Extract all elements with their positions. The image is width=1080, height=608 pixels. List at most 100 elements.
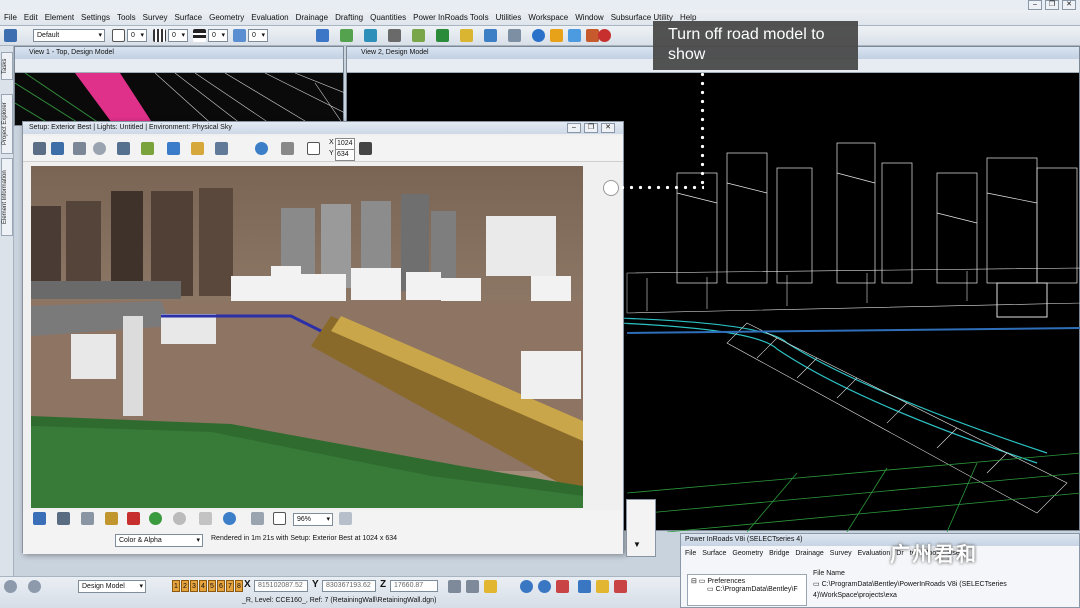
record-icon[interactable] [93, 142, 106, 155]
tree-child[interactable]: ▭ C:\ProgramData\Bentley\F [691, 585, 803, 593]
environment-icon[interactable] [167, 142, 180, 155]
world-icon[interactable] [223, 512, 236, 525]
globe-icon[interactable] [255, 142, 268, 155]
y-coord-field[interactable]: 830367193.62 [322, 580, 376, 592]
view-1-window[interactable]: View 1 - Top, Design Model [14, 46, 345, 127]
menu-item[interactable]: Drainage [296, 13, 328, 22]
intersect-icon[interactable] [556, 580, 569, 593]
menu-item[interactable]: Settings [81, 13, 110, 22]
zoom-fit-icon[interactable] [273, 512, 286, 525]
zoom-combo[interactable]: 96% [293, 513, 333, 526]
folder-icon[interactable] [105, 512, 118, 525]
lock-icon[interactable] [359, 142, 372, 155]
link-icon[interactable] [339, 512, 352, 525]
color-swatch-icon[interactable] [112, 29, 125, 42]
display-icon[interactable] [117, 142, 130, 155]
view-button-6[interactable]: 6 [217, 580, 225, 592]
start-render-icon[interactable] [149, 512, 162, 525]
save-image-icon[interactable] [33, 512, 46, 525]
tab-project-explorer[interactable]: Project Explorer [1, 94, 13, 154]
tab-tasks[interactable]: Tasks [1, 52, 13, 80]
render-minimize-button[interactable]: – [567, 123, 581, 133]
sky-icon[interactable] [191, 142, 204, 155]
back-icon[interactable] [4, 580, 17, 593]
options-icon[interactable] [199, 512, 212, 525]
transparency-value[interactable]: 0 [248, 29, 268, 42]
tab-element-information[interactable]: Element Information [1, 158, 13, 236]
restore-button[interactable]: ❐ [1045, 0, 1059, 10]
walk-icon[interactable] [364, 29, 377, 42]
level-combo[interactable]: Default [33, 29, 105, 42]
light-icon[interactable] [51, 142, 64, 155]
view-button-7[interactable]: 7 [226, 580, 234, 592]
close-button[interactable]: ✕ [1062, 0, 1076, 10]
menu-item[interactable]: Quantities [370, 13, 406, 22]
snap-settings-icon[interactable] [448, 580, 461, 593]
y-size-field[interactable]: 634 [335, 149, 355, 161]
view-button-4[interactable]: 4 [199, 580, 207, 592]
eye-icon[interactable] [281, 142, 294, 155]
menu-item[interactable]: Tools [117, 13, 136, 22]
element-selection-icon[interactable] [4, 29, 17, 42]
nearest-icon[interactable] [538, 580, 551, 593]
view-button-1[interactable]: 1 [172, 580, 180, 592]
frame-icon[interactable] [307, 142, 320, 155]
menu-item[interactable]: Surface [175, 13, 203, 22]
pir-menu-item[interactable]: File [685, 550, 696, 557]
line-weight-icon[interactable] [193, 29, 206, 42]
material-icon[interactable] [141, 142, 154, 155]
measure-icon[interactable] [388, 29, 401, 42]
menu-item[interactable]: Workspace [528, 13, 568, 22]
color-value[interactable]: 0 [127, 29, 147, 42]
view-1-canvas[interactable] [15, 73, 345, 127]
pir-menu-item[interactable]: Survey [830, 550, 852, 557]
hand-icon[interactable] [251, 512, 264, 525]
view-button-2[interactable]: 2 [181, 580, 189, 592]
camera-icon[interactable] [73, 142, 86, 155]
render-setup-icon[interactable] [33, 142, 46, 155]
perpendicular-icon[interactable] [614, 580, 627, 593]
menu-item[interactable]: Survey [143, 13, 168, 22]
view-button-5[interactable]: 5 [208, 580, 216, 592]
forward-nav-icon[interactable] [28, 580, 41, 593]
line-weight-value[interactable]: 0 [208, 29, 228, 42]
menu-item[interactable]: Power InRoads Tools [413, 13, 488, 22]
tangent-icon[interactable] [596, 580, 609, 593]
transparency-icon[interactable] [233, 29, 246, 42]
dialog-dropdown-icon[interactable]: ▼ [633, 540, 641, 549]
active-snap-icon[interactable] [484, 580, 497, 593]
tools-icon[interactable] [508, 29, 521, 42]
line-style-icon[interactable] [153, 29, 166, 42]
layers-icon[interactable] [460, 29, 473, 42]
pir-menu-item[interactable]: Surface [702, 550, 726, 557]
pir-menu-item[interactable]: Drainage [795, 550, 823, 557]
menu-item[interactable]: Edit [24, 13, 38, 22]
menu-item[interactable]: Drafting [335, 13, 363, 22]
info-icon[interactable] [532, 29, 545, 42]
no-entry-icon[interactable] [598, 29, 611, 42]
menu-item[interactable]: File [4, 13, 17, 22]
render-restore-button[interactable]: ❐ [584, 123, 598, 133]
view-button-3[interactable]: 3 [190, 580, 198, 592]
pir-tree[interactable]: ⊟ ▭ Preferences ▭ C:\ProgramData\Bentley… [687, 574, 807, 606]
menu-item[interactable]: Window [575, 13, 603, 22]
copy-icon[interactable] [57, 512, 70, 525]
menu-item[interactable]: Geometry [209, 13, 244, 22]
surface-icon[interactable] [436, 29, 449, 42]
line-style-value[interactable]: 0 [168, 29, 188, 42]
accudraw-icon[interactable] [466, 580, 479, 593]
x-coord-field[interactable]: 815102087.52 [254, 580, 308, 592]
fit-view-icon[interactable] [340, 29, 353, 42]
menu-item[interactable]: Element [45, 13, 74, 22]
file-path-row[interactable]: ▭ C:\ProgramData\Bentley\PowerInRoads V8… [813, 579, 1079, 601]
channel-combo[interactable]: Color & Alpha [115, 534, 203, 547]
menu-item[interactable]: Evaluation [251, 13, 288, 22]
z-coord-field[interactable]: 17660.87 [390, 580, 438, 592]
pir-menu-item[interactable]: Evaluation [858, 550, 891, 557]
minimize-button[interactable]: – [1028, 0, 1042, 10]
render-close-button[interactable]: ✕ [601, 123, 615, 133]
cancel-render-icon[interactable] [127, 512, 140, 525]
view-button-8[interactable]: 8 [235, 580, 243, 592]
model-combo[interactable]: Design Model [78, 580, 146, 593]
forward-icon[interactable] [173, 512, 186, 525]
